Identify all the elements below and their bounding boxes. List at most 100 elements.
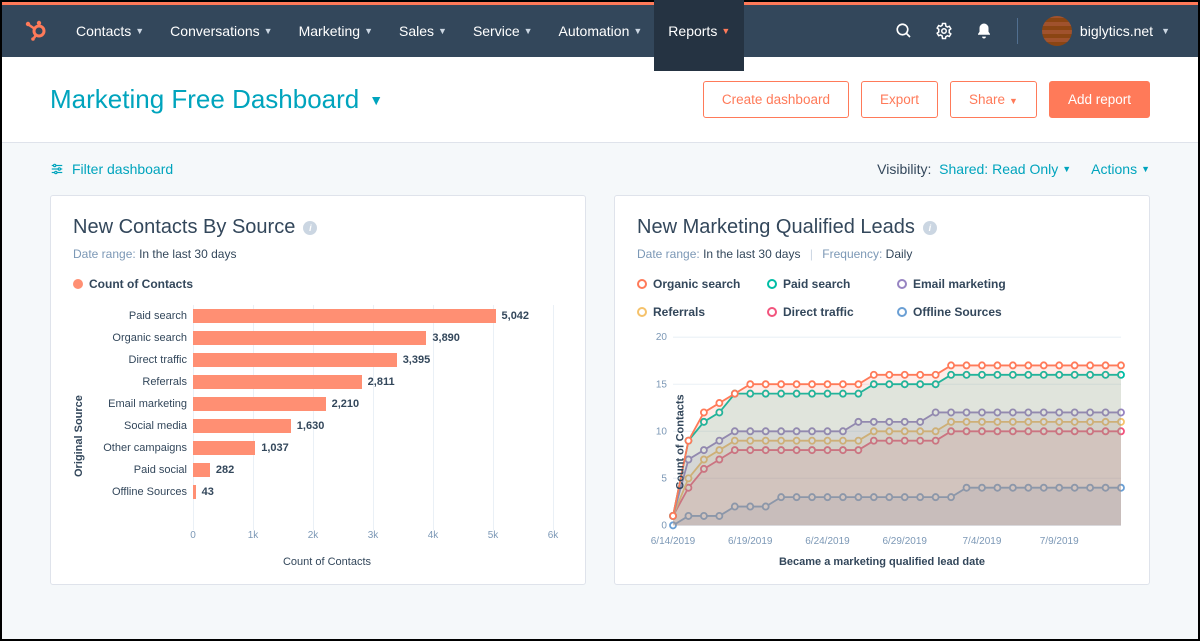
card-title: New Marketing Qualified Leads i: [637, 216, 1127, 239]
dashboard-title-dropdown[interactable]: Marketing Free Dashboard ▼: [50, 84, 383, 115]
card-title: New Contacts By Source i: [73, 216, 563, 239]
legend-dot-icon: [637, 279, 647, 289]
chevron-down-icon: ▼: [633, 26, 642, 36]
card-meta: Date range: In the last 30 days: [73, 247, 563, 261]
bar-fill[interactable]: [193, 485, 196, 499]
nav-item-service[interactable]: Service▼: [473, 7, 533, 55]
sub-header: Filter dashboard Visibility: Shared: Rea…: [2, 143, 1198, 195]
svg-text:0: 0: [661, 520, 667, 531]
card-new-contacts-by-source: New Contacts By Source i Date range: In …: [50, 195, 586, 585]
avatar: [1042, 16, 1072, 46]
chevron-down-icon: ▼: [1161, 26, 1170, 36]
nav-item-contacts[interactable]: Contacts▼: [76, 7, 144, 55]
bar-row: 282: [193, 463, 553, 477]
chart-legend: Organic search Paid search Email marketing…: [637, 277, 1127, 319]
legend-item[interactable]: Referrals: [637, 305, 747, 319]
bar-fill[interactable]: [193, 463, 210, 477]
bar-value-label: 3,395: [403, 354, 431, 366]
bar-fill[interactable]: [193, 397, 326, 411]
y-axis-label: Count of Contacts: [675, 394, 687, 489]
bar-row: 2,210: [193, 397, 553, 411]
top-nav: Contacts▼ Conversations▼ Marketing▼ Sales▼ S…: [2, 5, 1198, 57]
create-dashboard-button[interactable]: Create dashboard: [703, 81, 849, 118]
notifications-bell-icon[interactable]: [975, 22, 993, 40]
bar-row: 1,037: [193, 441, 553, 455]
bar-fill[interactable]: [193, 353, 397, 367]
bar-category-label: Email marketing: [91, 398, 187, 410]
add-report-button[interactable]: Add report: [1049, 81, 1150, 118]
svg-text:6/29/2019: 6/29/2019: [882, 536, 927, 547]
search-icon[interactable]: [895, 22, 913, 40]
account-menu[interactable]: biglytics.net ▼: [1042, 16, 1170, 46]
bar-category-label: Direct traffic: [91, 354, 187, 366]
chevron-down-icon: ▼: [438, 26, 447, 36]
chevron-down-icon: ▼: [364, 26, 373, 36]
x-axis-label: Became a marketing qualified lead date: [637, 556, 1127, 568]
card-meta: Date range: In the last 30 days | Freque…: [637, 247, 1127, 261]
svg-text:20: 20: [656, 332, 667, 343]
bar-category-label: Other campaigns: [91, 442, 187, 454]
bar-value-label: 2,210: [332, 398, 360, 410]
bar-category-label: Offline Sources: [91, 486, 187, 498]
visibility-dropdown[interactable]: Shared: Read Only ▼: [939, 161, 1071, 177]
bar-row: 3,395: [193, 353, 553, 367]
bar-row: 3,890: [193, 331, 553, 345]
chevron-down-icon: ▼: [721, 26, 730, 36]
nav-item-marketing[interactable]: Marketing▼: [299, 7, 373, 55]
bar-chart: Original Source 01k2k3k4k5k6k Paid searc…: [73, 305, 563, 568]
svg-text:5: 5: [661, 473, 667, 484]
hubspot-logo-icon[interactable]: [22, 17, 50, 45]
info-icon[interactable]: i: [303, 221, 317, 235]
bar-value-label: 1,630: [297, 420, 325, 432]
actions-dropdown[interactable]: Actions ▼: [1091, 161, 1150, 177]
share-button[interactable]: Share▼: [950, 81, 1037, 118]
bar-value-label: 5,042: [502, 310, 530, 322]
svg-text:6/19/2019: 6/19/2019: [728, 536, 773, 547]
visibility-label: Visibility:: [877, 161, 931, 177]
nav-item-reports[interactable]: Reports▼: [654, 0, 744, 71]
legend-dot-icon: [767, 307, 777, 317]
card-new-marketing-qualified-leads: New Marketing Qualified Leads i Date ran…: [614, 195, 1150, 585]
bar-value-label: 43: [202, 486, 214, 498]
nav-item-sales[interactable]: Sales▼: [399, 7, 447, 55]
legend-item[interactable]: Email marketing: [897, 277, 1007, 291]
legend-dot-icon: [73, 279, 83, 289]
y-axis-label: Original Source: [73, 305, 85, 568]
account-name: biglytics.net: [1080, 23, 1153, 39]
chevron-down-icon: ▼: [264, 26, 273, 36]
bar-category-label: Social media: [91, 420, 187, 432]
nav-item-automation[interactable]: Automation▼: [559, 7, 643, 55]
bar-fill[interactable]: [193, 441, 255, 455]
legend-dot-icon: [637, 307, 647, 317]
bar-category-label: Paid social: [91, 464, 187, 476]
svg-text:7/9/2019: 7/9/2019: [1040, 536, 1079, 547]
legend-item[interactable]: Direct traffic: [767, 305, 877, 319]
chevron-down-icon: ▼: [524, 26, 533, 36]
legend-item[interactable]: Offline Sources: [897, 305, 1007, 319]
filter-icon: [50, 162, 64, 176]
x-axis-label: Count of Contacts: [91, 556, 563, 568]
export-button[interactable]: Export: [861, 81, 938, 118]
chevron-down-icon: ▼: [1009, 96, 1018, 106]
bar-fill[interactable]: [193, 375, 362, 389]
nav-item-conversations[interactable]: Conversations▼: [170, 7, 272, 55]
page-title: Marketing Free Dashboard: [50, 84, 359, 115]
legend-dot-icon: [767, 279, 777, 289]
chevron-down-icon: ▼: [135, 26, 144, 36]
legend-item[interactable]: Paid search: [767, 277, 877, 291]
svg-text:6/14/2019: 6/14/2019: [651, 536, 696, 547]
chevron-down-icon: ▼: [1141, 164, 1150, 174]
svg-text:15: 15: [656, 379, 667, 390]
bar-value-label: 282: [216, 464, 234, 476]
legend-dot-icon: [897, 307, 907, 317]
line-chart: Count of Contacts 051015206/14/20196/19/…: [637, 329, 1127, 554]
bar-fill[interactable]: [193, 331, 426, 345]
settings-gear-icon[interactable]: [935, 22, 953, 40]
bar-fill[interactable]: [193, 419, 291, 433]
legend-item[interactable]: Organic search: [637, 277, 747, 291]
filter-dashboard-link[interactable]: Filter dashboard: [50, 161, 173, 177]
page-header: Marketing Free Dashboard ▼ Create dashbo…: [2, 57, 1198, 143]
bar-row: 43: [193, 485, 553, 499]
bar-fill[interactable]: [193, 309, 496, 323]
info-icon[interactable]: i: [923, 221, 937, 235]
